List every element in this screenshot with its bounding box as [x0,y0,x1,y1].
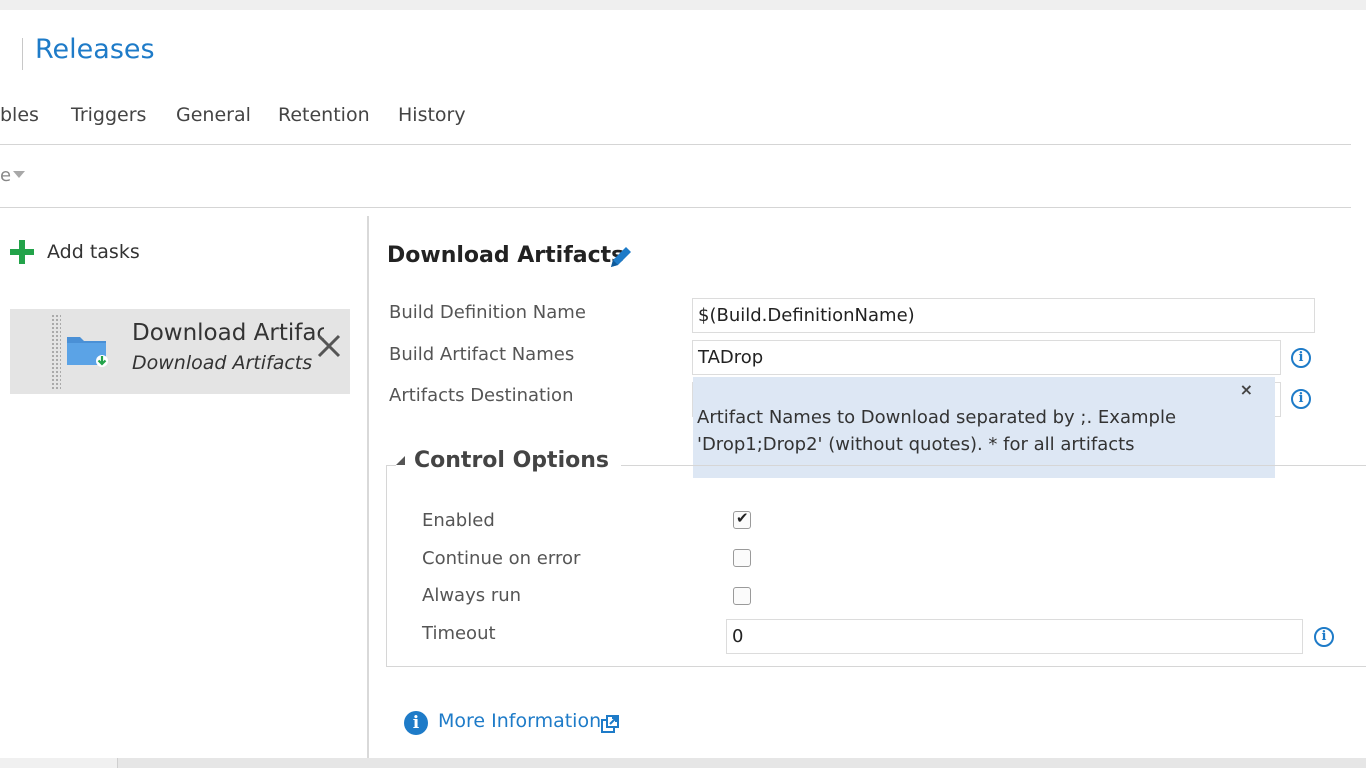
external-link-icon [601,715,619,733]
always-run-checkbox[interactable] [733,587,751,605]
tab-general[interactable]: General [176,104,251,126]
continue-on-error-label: Continue on error [422,548,581,569]
control-options-title: Control Options [414,448,609,473]
task-subtitle: Download Artifacts [132,352,313,374]
toolbar-menu-label[interactable]: e [0,165,11,186]
info-icon: i [404,711,428,735]
plus-icon [10,240,34,264]
pane-splitter[interactable] [367,216,369,758]
title-separator [22,38,23,70]
info-icon[interactable]: i [1291,348,1311,368]
help-tooltip: × Artifact Names to Download separated b… [693,377,1275,478]
tab-history[interactable]: History [398,104,466,126]
artifacts-destination-label: Artifacts Destination [389,385,574,406]
chevron-down-icon[interactable] [13,171,25,178]
page-title: Releases [35,34,155,65]
tab-variables[interactable]: bles [0,104,39,126]
toolbar-divider [0,207,1351,208]
build-artifact-names-input[interactable]: TADrop [692,340,1281,375]
info-icon[interactable]: i [1291,389,1311,409]
continue-on-error-checkbox[interactable] [733,549,751,567]
more-information-label: More Information [438,710,602,732]
task-details-title: Download Artifacts [387,243,625,268]
tab-retention[interactable]: Retention [278,104,370,126]
build-artifact-names-label: Build Artifact Names [389,344,575,365]
build-definition-name-label: Build Definition Name [389,302,586,323]
top-chrome-bar [0,0,1366,10]
close-icon[interactable] [314,331,344,361]
tabs-divider [0,144,1351,145]
pencil-icon[interactable] [608,244,634,270]
task-item-download-artifacts[interactable]: Download Artifacts Download Artifacts [10,309,350,394]
info-icon[interactable]: i [1314,627,1334,647]
timeout-label: Timeout [422,623,496,644]
enabled-label: Enabled [422,510,495,531]
status-segment [0,758,118,768]
always-run-label: Always run [422,585,522,606]
drag-handle-icon[interactable] [51,314,61,389]
tooltip-text: Artifact Names to Download separated by … [697,407,1177,455]
control-options-header[interactable]: Control Options [396,448,621,473]
folder-download-icon [67,337,108,367]
bottom-chrome-bar [0,758,1366,768]
enabled-checkbox[interactable] [733,509,751,529]
add-tasks-label: Add tasks [47,241,140,263]
timeout-input[interactable]: 0 [726,619,1303,654]
close-icon[interactable]: × [1240,380,1253,399]
build-definition-name-input[interactable]: $(Build.DefinitionName) [692,298,1315,333]
tab-triggers[interactable]: Triggers [71,104,146,126]
task-title: Download Artifacts [132,320,324,346]
collapse-triangle-icon [396,456,405,465]
